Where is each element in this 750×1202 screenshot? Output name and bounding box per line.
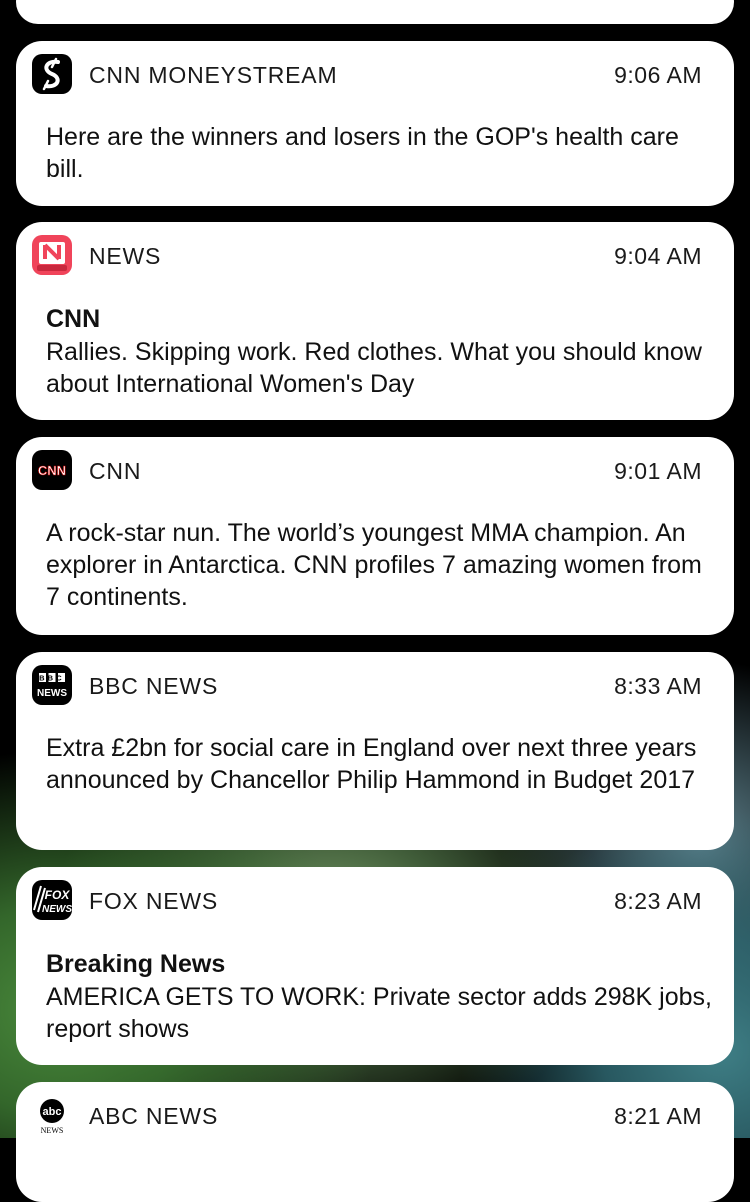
app-name: FOX NEWS — [89, 888, 219, 914]
app-name: NEWS — [89, 243, 162, 269]
notification-title: Breaking News — [46, 950, 226, 978]
notification-header: CNN MONEYSTREAM 9:06 AM — [32, 54, 702, 94]
bbc-icon-bottom-text: NEWS — [37, 688, 67, 699]
notification-card[interactable]: NEWS 9:04 AM CNN Rallies. Skipping work.… — [16, 222, 734, 420]
notification-card[interactable]: CNN CNN 9:01 AM A rock-star nun. The wor… — [16, 437, 734, 635]
notification-title: CNN — [46, 305, 101, 333]
fox-icon-bottom-text: NEWS — [42, 904, 72, 915]
app-name: BBC NEWS — [89, 673, 219, 699]
notification-body: Extra £2bn for social care in England ov… — [46, 732, 716, 796]
notification-card[interactable]: abc NEWS ABC NEWS 8:21 AM — [16, 1082, 734, 1202]
notification-card-partial[interactable] — [16, 0, 734, 24]
notification-message: A rock-star nun. The world’s youngest MM… — [46, 519, 702, 611]
notification-time: 9:01 AM — [614, 458, 702, 484]
abc-icon-top-text: abc — [43, 1106, 62, 1118]
moneystream-icon — [32, 54, 72, 94]
notification-header: BBC NEWS BBC NEWS 8:33 AM — [32, 665, 702, 705]
notification-message: AMERICA GETS TO WORK: Private sector add… — [46, 983, 712, 1043]
notification-message: Extra £2bn for social care in England ov… — [46, 734, 697, 794]
cnn-icon: CNN — [32, 450, 72, 490]
app-name: CNN MONEYSTREAM — [89, 62, 338, 88]
fox-icon-top-text: FOX — [45, 888, 71, 902]
abc-icon-bottom-text: NEWS — [41, 1126, 64, 1135]
notification-body: Here are the winners and losers in the G… — [46, 121, 716, 185]
notification-time: 8:21 AM — [614, 1103, 702, 1129]
notification-header: FOX NEWS FOX NEWS 8:23 AM — [32, 880, 702, 920]
fox-news-icon: FOX NEWS — [32, 880, 72, 920]
apple-news-icon — [32, 235, 72, 275]
notification-body: Breaking News AMERICA GETS TO WORK: Priv… — [46, 947, 716, 1045]
notification-body: A rock-star nun. The world’s youngest MM… — [46, 517, 716, 613]
notification-card[interactable]: FOX NEWS FOX NEWS 8:23 AM Breaking News … — [16, 867, 734, 1065]
notification-body: CNN Rallies. Skipping work. Red clothes.… — [46, 302, 716, 400]
notification-header: abc NEWS ABC NEWS 8:21 AM — [32, 1095, 702, 1135]
notification-card[interactable]: CNN MONEYSTREAM 9:06 AM Here are the win… — [16, 41, 734, 206]
notification-card[interactable]: BBC NEWS BBC NEWS 8:33 AM Extra £2bn for… — [16, 652, 734, 850]
bbc-news-icon: BBC NEWS — [32, 665, 72, 705]
notification-time: 8:23 AM — [614, 888, 702, 914]
notification-header: CNN CNN 9:01 AM — [32, 450, 702, 490]
bbc-icon-top-text: BBC — [39, 674, 65, 683]
app-name: ABC NEWS — [89, 1103, 219, 1129]
notification-time: 9:04 AM — [614, 243, 702, 269]
notification-time: 9:06 AM — [614, 62, 702, 88]
cnn-icon-text: CNN — [38, 463, 66, 478]
notification-time: 8:33 AM — [614, 673, 702, 699]
notification-header: NEWS 9:04 AM — [32, 235, 702, 275]
notification-message: Here are the winners and losers in the G… — [46, 123, 679, 183]
notification-message: Rallies. Skipping work. Red clothes. Wha… — [46, 338, 702, 398]
app-name: CNN — [89, 458, 142, 484]
abc-news-icon: abc NEWS — [32, 1095, 72, 1135]
